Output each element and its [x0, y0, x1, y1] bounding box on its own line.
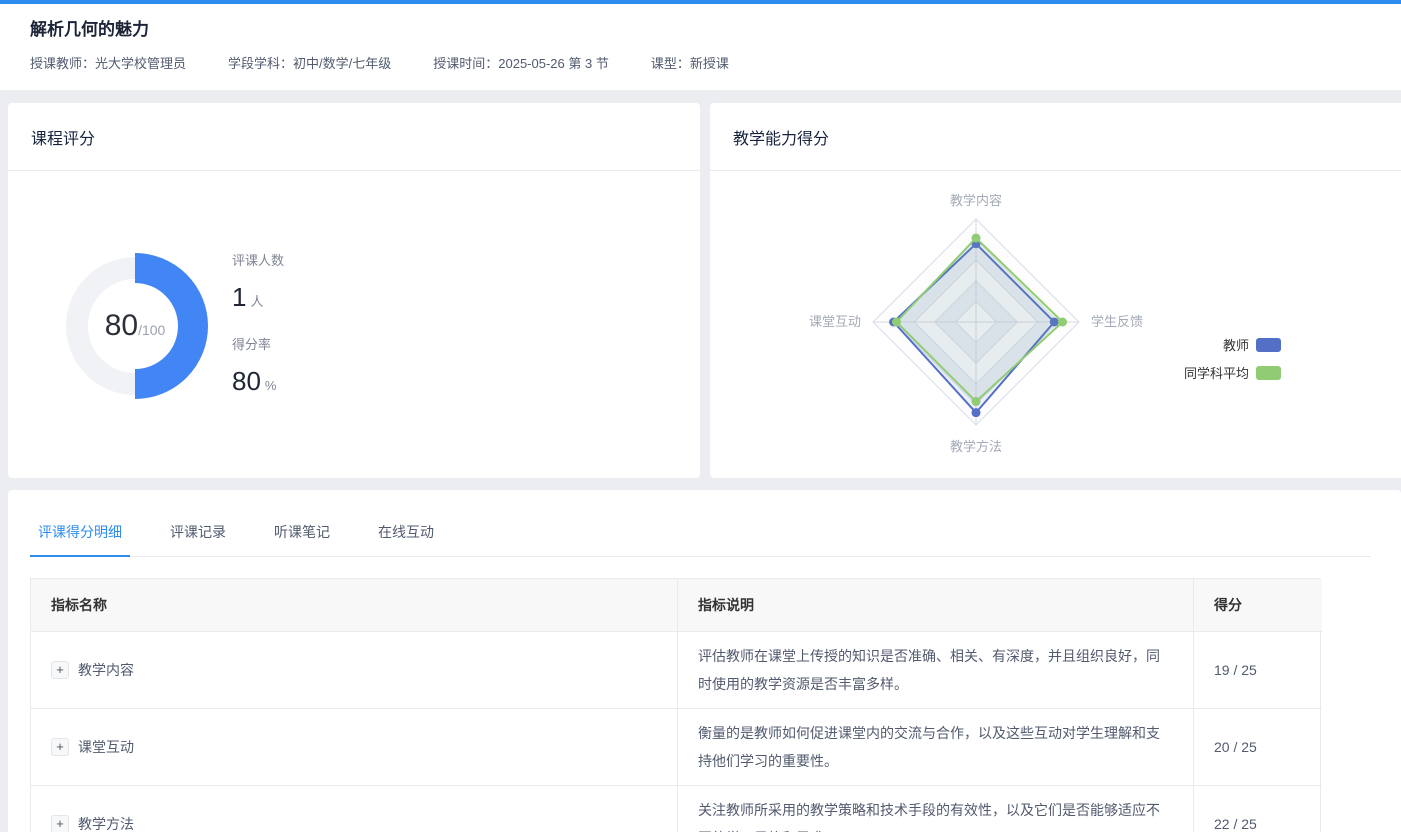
donut-score-value: 80 — [105, 309, 138, 342]
radar-axis-label: 教学方法 — [950, 439, 1002, 454]
course-header: 解析几何的魅力 授课教师：光大学校管理员 学段学科：初中/数学/七年级 授课时间… — [0, 4, 1401, 90]
stat-evaluators-unit: 人 — [250, 294, 263, 309]
score-detail-table: 指标名称 指标说明 得分 + 教学内容 评估教师在课堂上传授的知识是否准确、相关… — [30, 578, 1321, 832]
teaching-ability-card: 教学能力得分 教学内容学生反馈教学方法 课堂互动 教师 同学科平均 — [710, 103, 1401, 478]
legend-label-peer-average: 同学科平均 — [1184, 363, 1249, 382]
indicator-name: 课堂互动 — [78, 737, 134, 757]
expand-row-button[interactable]: + — [51, 738, 69, 756]
indicator-description: 关注教师所采用的教学策略和技术手段的有效性，以及它们是否能够适应不同的学习风格和… — [678, 786, 1194, 832]
course-score-card-title: 课程评分 — [8, 103, 700, 171]
tab-online-interaction[interactable]: 在线互动 — [370, 522, 442, 556]
donut-score-max: /100 — [138, 322, 165, 338]
course-score-card: 课程评分 80/100 评课人数 1人 得分率 80% — [8, 103, 700, 478]
stat-rate-unit: % — [265, 378, 277, 393]
radar-axis-label: 学生反馈 — [1091, 314, 1143, 329]
indicator-score: 22 / 25 — [1194, 786, 1322, 832]
donut-center-text: 80/100 — [55, 246, 215, 406]
column-header-indicator-name: 指标名称 — [31, 579, 678, 632]
table-row: + 教学方法 关注教师所采用的教学策略和技术手段的有效性，以及它们是否能够适应不… — [31, 786, 1320, 832]
detail-panel: 评课得分明细 评课记录 听课笔记 在线互动 指标名称 指标说明 得分 + 教学内… — [8, 490, 1401, 832]
meta-course-type: 课型：新授课 — [651, 53, 729, 72]
tab-score-detail[interactable]: 评课得分明细 — [30, 522, 130, 557]
expand-row-button[interactable]: + — [51, 815, 69, 832]
tab-evaluation-records[interactable]: 评课记录 — [162, 522, 234, 556]
meta-time: 授课时间：2025-05-26 第 3 节 — [433, 53, 609, 72]
stat-evaluators-label: 评课人数 — [232, 250, 284, 269]
tab-bar: 评课得分明细 评课记录 听课笔记 在线互动 — [30, 522, 1371, 557]
expand-row-button[interactable]: + — [51, 661, 69, 679]
legend-label-teacher: 教师 — [1223, 335, 1249, 354]
stat-evaluators-value: 1人 — [232, 282, 284, 313]
table-row: + 课堂互动 衡量的是教师如何促进课堂内的交流与合作，以及这些互动对学生理解和支… — [31, 709, 1320, 786]
indicator-description: 评估教师在课堂上传授的知识是否准确、相关、有深度，并且组织良好，同时使用的教学资… — [678, 632, 1194, 709]
column-header-score: 得分 — [1194, 579, 1322, 632]
radar-axis-label: 教学内容 — [950, 193, 1002, 208]
page-title: 解析几何的魅力 — [30, 15, 149, 40]
legend-item-peer-average[interactable]: 同学科平均 — [1184, 363, 1281, 382]
indicator-score: 20 / 25 — [1194, 709, 1322, 786]
table-row: + 教学内容 评估教师在课堂上传授的知识是否准确、相关、有深度，并且组织良好，同… — [31, 632, 1320, 709]
stat-rate-label: 得分率 — [232, 334, 284, 353]
indicator-name: 教学方法 — [78, 814, 134, 832]
legend-swatch-teacher — [1256, 338, 1281, 352]
radar-axis-label: 课堂互动 — [809, 314, 861, 329]
column-header-indicator-description: 指标说明 — [678, 579, 1194, 632]
score-donut-chart: 80/100 — [55, 246, 215, 406]
legend-item-teacher[interactable]: 教师 — [1223, 335, 1281, 354]
score-stats: 评课人数 1人 得分率 80% — [232, 250, 284, 418]
table-header-row: 指标名称 指标说明 得分 — [31, 579, 1320, 632]
meta-teacher: 授课教师：光大学校管理员 — [30, 53, 186, 72]
tab-listening-notes[interactable]: 听课笔记 — [266, 522, 338, 556]
legend-swatch-peer-average — [1256, 366, 1281, 380]
stat-rate-value: 80% — [232, 366, 284, 397]
meta-subject: 学段学科：初中/数学/七年级 — [228, 53, 391, 72]
teaching-ability-card-title: 教学能力得分 — [710, 103, 1401, 171]
indicator-name: 教学内容 — [78, 660, 134, 680]
indicator-description: 衡量的是教师如何促进课堂内的交流与合作，以及这些互动对学生理解和支持他们学习的重… — [678, 709, 1194, 786]
radar-legend: 教师 同学科平均 — [1184, 335, 1281, 382]
radar-chart: 教学内容学生反馈教学方法 课堂互动 — [710, 171, 1401, 478]
indicator-score: 19 / 25 — [1194, 632, 1322, 709]
course-meta: 授课教师：光大学校管理员 学段学科：初中/数学/七年级 授课时间：2025-05… — [30, 53, 729, 72]
